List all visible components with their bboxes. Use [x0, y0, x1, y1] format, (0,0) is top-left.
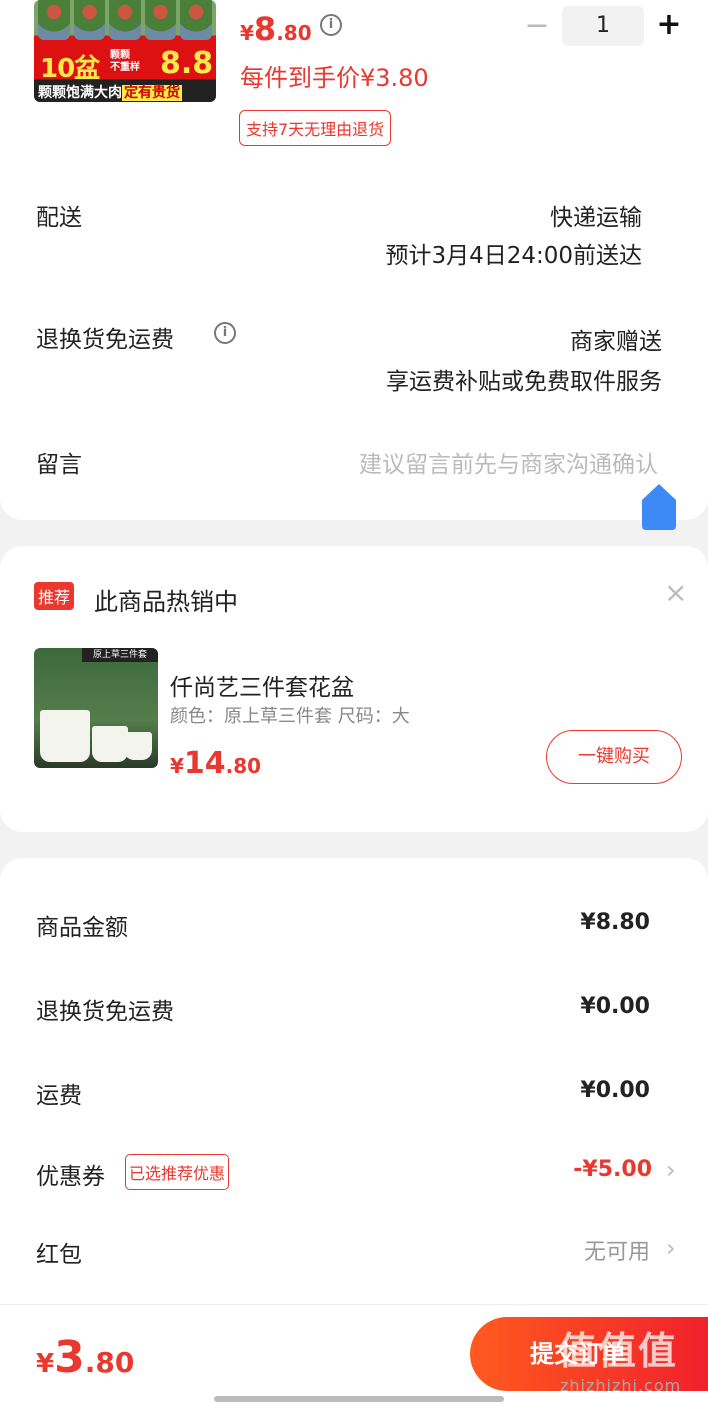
delivery-method[interactable]: 快递运输 [550, 198, 642, 232]
recommend-product-price: ¥14.80 [170, 746, 262, 781]
quantity-decrease-button[interactable]: − [522, 8, 552, 46]
redpacket-value[interactable]: 无可用 [584, 1234, 650, 1266]
message-label: 留言 [36, 452, 82, 478]
recommend-product-name[interactable]: 仟尚艺三件套花盆 [170, 668, 354, 702]
close-icon[interactable]: × [664, 576, 687, 609]
product-price: ¥8.80 [240, 10, 312, 48]
one-click-buy-button[interactable]: 一键购买 [546, 730, 682, 784]
recommend-badge: 推荐 [34, 582, 75, 610]
message-input[interactable]: 建议留言前先与商家沟通确认 [359, 445, 658, 479]
home-indicator[interactable] [214, 1396, 504, 1402]
recommend-title: 此商品热销中 [94, 588, 238, 616]
scroll-top-icon[interactable] [640, 482, 678, 530]
watermark-logo: 值值值 [558, 1329, 679, 1373]
succulent-pots-image [34, 0, 216, 40]
product-thumbnail[interactable]: 10盆 颗颗 不重样 8.8 颗颗饱满大肉 定有贵货 [34, 0, 216, 102]
thumb-subtext: 颗颗 不重样 [110, 50, 140, 73]
quantity-increase-button[interactable]: + [654, 6, 684, 46]
return-shipping-desc: 享运费补贴或免费取件服务 [386, 369, 662, 395]
info-icon[interactable]: i [320, 14, 342, 36]
recommend-product-spec: 颜色：原上草三件套 尺码：大 [170, 706, 410, 727]
thumb-caption: 颗颗饱满大肉 定有贵货 [38, 85, 182, 101]
unit-price: 每件到手价¥3.80 [240, 64, 429, 92]
watermark-url: zhizhizhi.com [560, 1376, 682, 1395]
coupon-selected-tag: 已选推荐优惠 [125, 1154, 230, 1190]
goods-amount-value: ¥8.80 [580, 910, 650, 935]
return-fee-value: ¥0.00 [580, 994, 650, 1019]
quantity-input[interactable]: 1 [562, 6, 644, 46]
chevron-right-icon[interactable]: › [666, 1234, 676, 1262]
redpacket-label: 红包 [36, 1242, 82, 1268]
return-policy-tag: 支持7天无理由退货 [239, 110, 392, 146]
thumb-price: 8.8 [160, 46, 214, 81]
delivery-label: 配送 [36, 205, 82, 231]
goods-amount-label: 商品金额 [36, 915, 128, 941]
info-icon[interactable]: i [214, 322, 236, 344]
delivery-eta: 预计3月4日24:00前送达 [385, 243, 642, 269]
return-fee-label: 退换货免运费 [36, 999, 174, 1025]
shipping-label: 运费 [36, 1083, 82, 1109]
chevron-right-icon[interactable]: › [666, 1156, 676, 1184]
recommend-product-image[interactable]: 原上草三件套 [34, 648, 158, 768]
coupon-label: 优惠券 [36, 1164, 105, 1190]
return-shipping-label: 退换货免运费 [36, 327, 174, 353]
thumb-headline: 10盆 [40, 54, 100, 84]
total-price: ¥3.80 [36, 1332, 135, 1383]
return-shipping-provider: 商家赠送 [570, 329, 662, 355]
image-banner: 原上草三件套 [82, 648, 158, 662]
coupon-value[interactable]: -¥5.00 [573, 1157, 652, 1182]
shipping-value: ¥0.00 [580, 1078, 650, 1103]
